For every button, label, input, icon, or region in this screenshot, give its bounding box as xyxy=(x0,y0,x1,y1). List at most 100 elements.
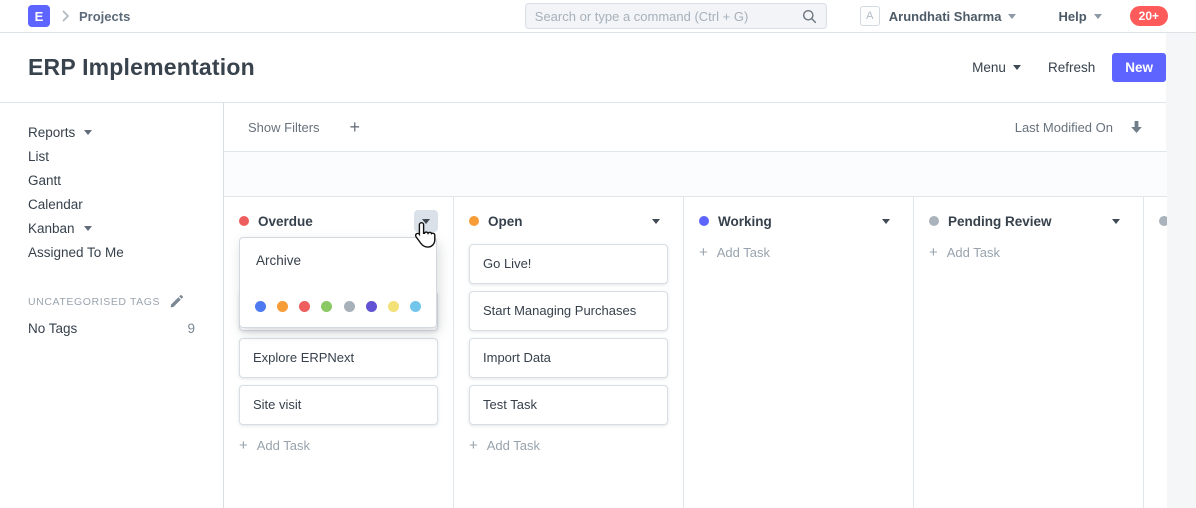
avatar-letter: A xyxy=(866,10,873,22)
plus-icon: + xyxy=(929,245,938,260)
chevron-down-icon xyxy=(84,226,92,231)
add-task-button[interactable]: + Add Task xyxy=(239,438,438,453)
task-card[interactable]: Import Data xyxy=(469,338,668,378)
sidebar-item-label: Assigned To Me xyxy=(28,245,124,260)
sidebar-item-kanban[interactable]: Kanban xyxy=(28,216,195,240)
help-label: Help xyxy=(1058,9,1086,24)
column-color-picker xyxy=(255,301,421,312)
menu-button[interactable]: Menu xyxy=(972,60,1021,75)
status-dot xyxy=(469,216,479,226)
tag-count: 9 xyxy=(187,321,195,336)
user-menu[interactable]: Arundhati Sharma xyxy=(889,9,1017,24)
add-task-button[interactable]: + Add Task xyxy=(699,245,898,260)
sidebar: Reports List Gantt Calendar Kanban Assig… xyxy=(0,103,223,508)
filter-bar: Show Filters + Last Modified On xyxy=(224,103,1167,152)
refresh-button[interactable]: Refresh xyxy=(1048,60,1095,75)
sort-selector: Last Modified On xyxy=(1015,120,1143,135)
column-header: Overdue xyxy=(239,210,438,232)
add-task-label: Add Task xyxy=(717,245,770,260)
chevron-down-icon xyxy=(1013,65,1021,70)
sort-direction-icon[interactable] xyxy=(1130,120,1143,134)
edit-pencil-icon[interactable] xyxy=(170,295,183,308)
column-menu-button[interactable] xyxy=(644,210,668,232)
color-swatch-purple[interactable] xyxy=(366,301,377,312)
add-task-label: Add Task xyxy=(487,438,540,453)
main-section: Show Filters + Last Modified On Overdue xyxy=(223,103,1167,508)
content: Reports List Gantt Calendar Kanban Assig… xyxy=(0,103,1166,508)
sort-field-label[interactable]: Last Modified On xyxy=(1015,120,1113,135)
color-swatch-blue[interactable] xyxy=(255,301,266,312)
add-filter-button[interactable]: + xyxy=(350,118,361,136)
color-swatch-red[interactable] xyxy=(299,301,310,312)
chevron-down-icon xyxy=(882,219,890,224)
avatar[interactable]: A xyxy=(860,6,880,26)
page-head: ERP Implementation Menu Refresh New xyxy=(0,33,1166,103)
color-swatch-green[interactable] xyxy=(321,301,332,312)
show-filters-button[interactable]: Show Filters xyxy=(248,120,320,135)
notification-badge[interactable]: 20+ xyxy=(1130,6,1168,26)
sidebar-item-label: Calendar xyxy=(28,197,83,212)
help-menu[interactable]: Help xyxy=(1058,9,1101,24)
search-input[interactable] xyxy=(535,9,802,24)
column-title: Working xyxy=(718,214,874,229)
global-search xyxy=(525,3,827,29)
status-dot xyxy=(699,216,709,226)
add-task-button[interactable]: + Add Task xyxy=(929,245,1128,260)
tags-section-header: UNCATEGORISED TAGS xyxy=(28,295,195,308)
task-card[interactable]: Site visit xyxy=(239,385,438,425)
kanban-column-overdue: Overdue Explore ERPNext Site visit + Add… xyxy=(224,197,454,508)
column-menu-button[interactable] xyxy=(414,210,438,232)
sidebar-item-calendar[interactable]: Calendar xyxy=(28,192,195,216)
column-menu-button[interactable] xyxy=(1104,210,1128,232)
add-task-label: Add Task xyxy=(947,245,1000,260)
kanban-column-pending-review: Pending Review + Add Task xyxy=(914,197,1144,508)
navbar: E Projects A Arundhati Sharma Help 20+ xyxy=(0,0,1196,33)
sidebar-item-gantt[interactable]: Gantt xyxy=(28,168,195,192)
tag-filter-no-tags[interactable]: No Tags 9 xyxy=(28,321,195,336)
add-task-button[interactable]: + Add Task xyxy=(469,438,668,453)
breadcrumb[interactable]: Projects xyxy=(79,9,130,24)
column-header: Working xyxy=(699,210,898,232)
plus-icon: + xyxy=(469,438,478,453)
add-task-label: Add Task xyxy=(257,438,310,453)
status-dot xyxy=(1159,216,1167,226)
color-swatch-lightblue[interactable] xyxy=(410,301,421,312)
plus-icon: + xyxy=(699,245,708,260)
column-header: Open xyxy=(469,210,668,232)
column-header xyxy=(1159,210,1167,232)
status-dot xyxy=(929,216,939,226)
kanban-column-working: Working + Add Task xyxy=(684,197,914,508)
column-title: Open xyxy=(488,214,644,229)
status-dot xyxy=(239,216,249,226)
column-title: Pending Review xyxy=(948,214,1104,229)
menu-item-archive[interactable]: Archive xyxy=(240,238,436,268)
sidebar-item-assigned-to-me[interactable]: Assigned To Me xyxy=(28,240,195,264)
color-swatch-yellow[interactable] xyxy=(388,301,399,312)
chevron-down-icon xyxy=(84,130,92,135)
tag-name: No Tags xyxy=(28,321,77,336)
color-swatch-orange[interactable] xyxy=(277,301,288,312)
task-card[interactable]: Start Managing Purchases xyxy=(469,291,668,331)
kanban-column-clipped xyxy=(1144,197,1167,508)
sidebar-item-list[interactable]: List xyxy=(28,144,195,168)
task-card[interactable]: Test Task xyxy=(469,385,668,425)
user-name: Arundhati Sharma xyxy=(889,9,1002,24)
sidebar-item-label: Reports xyxy=(28,125,75,140)
chevron-down-icon xyxy=(1094,14,1102,19)
new-button[interactable]: New xyxy=(1112,53,1166,82)
chevron-down-icon xyxy=(1008,14,1016,19)
color-swatch-grey[interactable] xyxy=(344,301,355,312)
column-header: Pending Review xyxy=(929,210,1128,232)
sidebar-item-reports[interactable]: Reports xyxy=(28,120,195,144)
plus-icon: + xyxy=(239,438,248,453)
column-menu-button[interactable] xyxy=(874,210,898,232)
chevron-down-icon xyxy=(422,219,430,224)
chevron-down-icon xyxy=(1112,219,1120,224)
kanban-column-open: Open Go Live! Start Managing Purchases I… xyxy=(454,197,684,508)
app-logo[interactable]: E xyxy=(28,5,50,27)
page-title: ERP Implementation xyxy=(28,54,972,81)
sidebar-item-label: Kanban xyxy=(28,221,75,236)
task-card[interactable]: Go Live! xyxy=(469,244,668,284)
task-card[interactable]: Explore ERPNext xyxy=(239,338,438,378)
kanban-board: Overdue Explore ERPNext Site visit + Add… xyxy=(224,197,1167,508)
